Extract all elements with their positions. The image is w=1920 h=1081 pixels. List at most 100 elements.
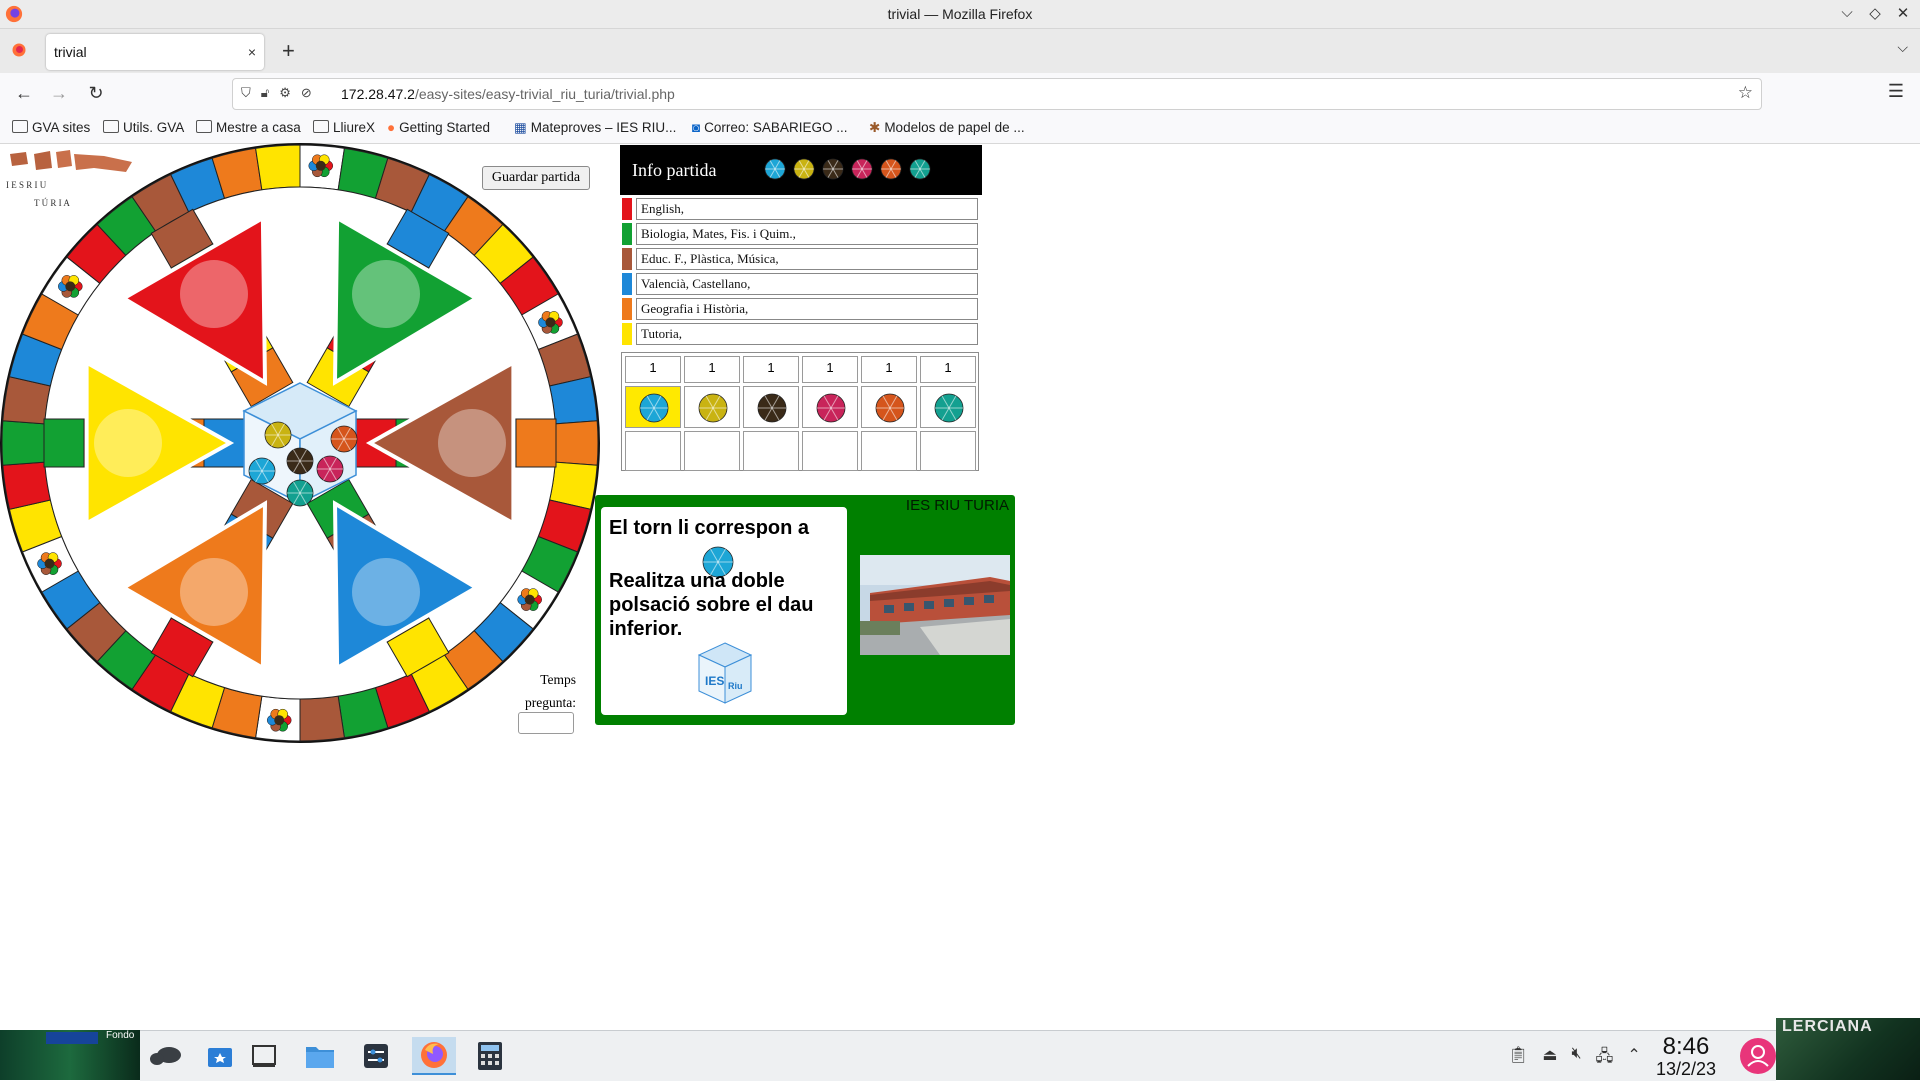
bookmark-gva-sites[interactable]: GVA sites [12,113,90,143]
expand-tray-icon[interactable]: ⌃ [1627,1045,1640,1072]
bookmark-mestre-a-casa[interactable]: Mestre a casa [196,113,301,143]
app-menu-icon[interactable]: ☰ [1888,81,1904,102]
insecure-lock-icon[interactable]: 🔓︎ [261,85,269,101]
dice-icon[interactable]: IES Riu [697,641,753,705]
board-space[interactable] [554,420,599,466]
navigation-toolbar: ← → ↻ ⛉ 🔓︎ ⚙ ⊘ 172.28.47.2/easy-sites/ea… [0,73,1920,113]
maximize-button[interactable]: ◇ [1866,4,1884,22]
bookmark-utils-gva[interactable]: Utils. GVA [103,113,184,143]
app-store-icon[interactable] [198,1037,242,1075]
bookmark-correo[interactable]: ◙ Correo: SABARIEGO ... [692,113,847,143]
url-bar[interactable]: ⛉ 🔓︎ ⚙ ⊘ 172.28.47.2/easy-sites/easy-tri… [232,78,1762,110]
bookmark-mateproves[interactable]: ▦ Mateproves – IES RIU... [514,113,676,143]
category-label: Tutoria, [636,323,978,345]
new-tab-button[interactable]: + [282,37,295,65]
turn-card: El torn li correspon a Realitza una dobl… [601,507,847,715]
player-wedge-cell [861,431,917,471]
volume-muted-icon[interactable]: 🔇︎ [1571,1045,1581,1072]
trivial-board[interactable] [0,143,600,743]
url-text[interactable]: 172.28.47.2/easy-sites/easy-trivial_riu_… [341,79,675,109]
minimize-button[interactable]: ⌵ [1838,4,1856,22]
wedge-space-icon [308,154,334,178]
tab-label: trivial [54,44,87,60]
usb-icon[interactable]: ⏏ [1542,1045,1557,1072]
firefox-view-icon[interactable] [12,43,26,57]
player-wedge-cell [684,431,740,471]
tracking-icon[interactable]: ⊘ [301,85,312,101]
show-desktop-icon[interactable] [242,1037,286,1075]
school-building-photo [860,555,1010,655]
wedge-space-icon [266,708,292,732]
site-icon: ▦ [514,120,527,135]
clock[interactable]: 8:46 13/2/23 [1646,1033,1726,1080]
board-space[interactable] [255,144,301,191]
category-label: English, [636,198,978,220]
player-token-icon [639,393,669,423]
player-token-icon [764,158,786,180]
category-color-swatch [622,298,632,320]
wedge-space-icon [58,275,83,298]
player-token-cell [625,386,681,428]
forward-button[interactable]: → [45,79,73,107]
board-space[interactable] [515,418,557,468]
list-all-tabs-icon[interactable]: ⌵ [1897,39,1908,56]
category-label: Biologia, Mates, Fis. i Quim., [636,223,978,245]
folder-icon [313,120,329,133]
bookmark-getting-started[interactable]: ● Getting Started [387,113,490,143]
desktop-wallpaper-right: LERCIANA [1776,1018,1920,1080]
player-score: 1 [802,356,858,383]
game-info-title: Info partida [632,160,717,180]
player-token-icon [793,158,815,180]
category-row: Tutoria, [620,323,978,345]
settings-icon[interactable] [354,1037,398,1075]
category-color-swatch [622,248,632,270]
player-token-icon [757,393,787,423]
firefox-icon[interactable] [412,1037,456,1075]
tab-bar: trivial × + ⌵ [0,29,1920,73]
reload-button[interactable]: ↻ [82,79,110,107]
player-token-list [764,158,931,180]
tab-trivial[interactable]: trivial × [46,34,264,70]
question-time-label: Temps pregunta: [525,672,576,710]
close-window-button[interactable]: ✕ [1894,4,1912,22]
question-time-field[interactable] [518,712,574,734]
category-row: Biologia, Mates, Fis. i Quim., [620,223,978,245]
turn-heading: El torn li correspon a [609,517,810,539]
category-label: Educ. F., Plàstica, Música, [636,248,978,270]
window-title: trivial — Mozilla Firefox [887,6,1033,22]
bookmark-modelos-papel[interactable]: ✱ Modelos de papel de ... [869,113,1025,143]
permissions-icon[interactable]: ⚙ [279,85,291,101]
player-token-cell [920,386,976,428]
player-token-icon [875,393,905,423]
outlook-icon: ◙ [692,120,701,135]
shield-icon[interactable]: ⛉ [241,85,251,101]
file-manager-icon[interactable] [298,1037,342,1075]
user-avatar[interactable] [1740,1038,1776,1074]
player-token-icon [816,393,846,423]
clipboard-icon[interactable]: 📋︎ [1508,1045,1528,1072]
back-button[interactable]: ← [10,79,38,107]
clock-time: 8:46 [1662,1033,1710,1060]
calculator-icon[interactable] [468,1037,512,1075]
application-launcher-icon[interactable] [144,1037,188,1075]
player-token-cell [684,386,740,428]
board-space[interactable] [299,695,345,742]
bookmark-lliurex[interactable]: LliureX [313,113,375,143]
desktop-text: Fondo [106,1030,135,1041]
game-info-header: Info partida [620,145,982,195]
player-wedge-cell [802,431,858,471]
player-token-icon [880,158,902,180]
category-label: Geografia i Història, [636,298,978,320]
board-space[interactable] [43,418,85,468]
system-tray: 📋︎ ⏏ 🔇︎ 🖧 ⌃ [1508,1045,1641,1072]
player-wedge-cell [625,431,681,471]
network-icon[interactable]: 🖧 [1596,1045,1614,1072]
board-space[interactable] [1,420,46,466]
site-icon: ✱ [869,120,881,135]
save-game-button[interactable]: Guardar partida [482,166,590,190]
turn-instruction: Realitza una doble polsació sobre el dau… [609,570,814,640]
bookmark-star-icon[interactable]: ☆ [1738,83,1753,103]
tab-close-icon[interactable]: × [248,34,256,70]
player-wedge-cell [743,431,799,471]
folder-icon [196,120,212,133]
